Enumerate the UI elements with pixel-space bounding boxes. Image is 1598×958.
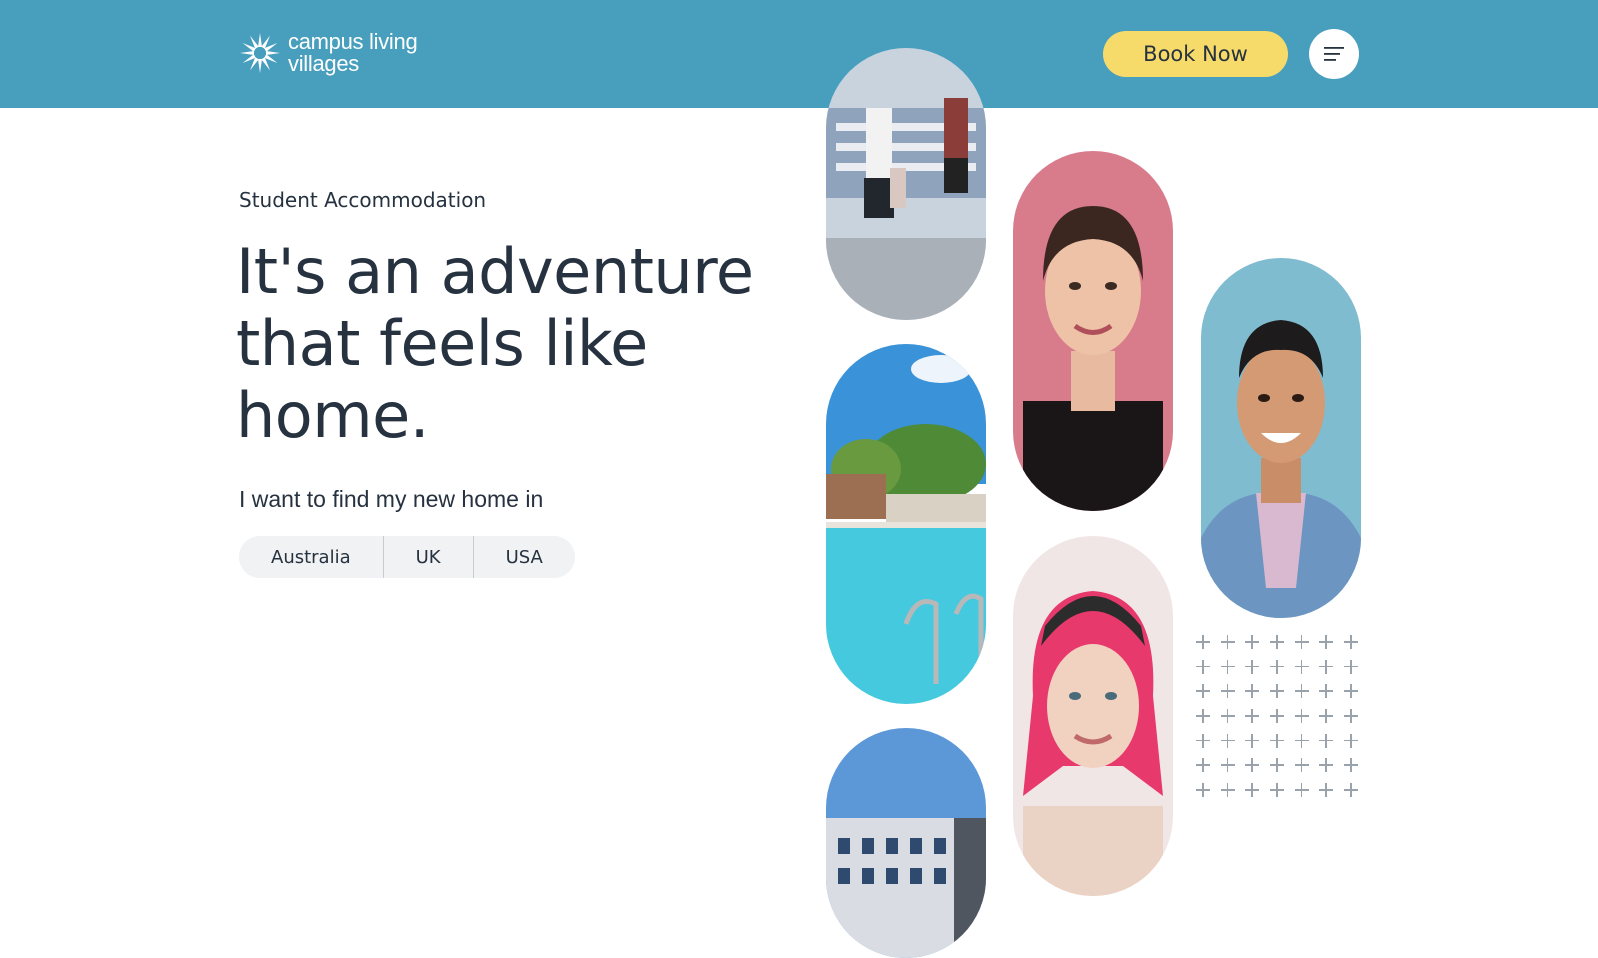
basketball-players-photo [826,48,986,320]
logo-line-2: villages [288,51,359,76]
headline-line-3: home. [236,379,429,452]
menu-button[interactable] [1309,29,1359,79]
apartment-building-photo [826,728,986,958]
country-usa-button[interactable]: USA [473,536,575,578]
logo-line-1: campus living [288,29,418,54]
campus-living-villages-logo[interactable]: campus living villages [238,28,418,78]
country-uk-button[interactable]: UK [383,536,474,578]
decorative-plus-grid [1196,635,1369,808]
woman-pink-hair-photo [1013,536,1173,896]
headline-line-2: that feels like [236,307,648,380]
country-australia-button[interactable]: Australia [239,536,384,578]
country-selector: Australia UK USA [239,536,575,578]
hamburger-menu-icon [1324,47,1344,61]
hero-headline: It's an adventure that feels like home. [236,236,776,452]
site-header: campus living villages Book Now [0,0,1598,108]
eyebrow-label: Student Accommodation [239,188,487,212]
starburst-logo-icon [240,33,280,73]
man-denim-jacket-photo [1201,258,1361,618]
woman-braided-hair-photo [1013,151,1173,511]
swimming-pool-photo [826,344,986,704]
headline-line-1: It's an adventure [236,235,754,308]
logo-wordmark: campus living villages [288,29,418,76]
book-now-button[interactable]: Book Now [1103,31,1288,77]
find-home-label: I want to find my new home in [239,486,544,512]
